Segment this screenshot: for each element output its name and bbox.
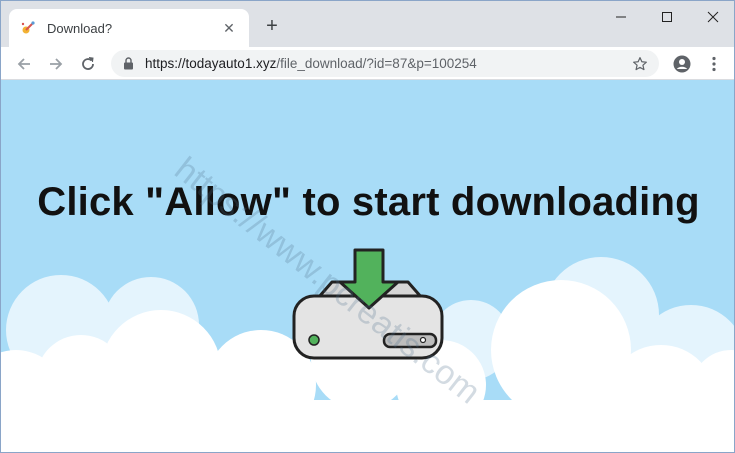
url-host: https://todayauto1.xyz [145, 56, 277, 71]
close-icon [707, 11, 719, 23]
tab-strip: Download? ✕ + [1, 1, 734, 47]
account-icon [673, 55, 691, 73]
kebab-menu-icon [712, 56, 716, 72]
close-window-button[interactable] [690, 1, 734, 33]
forward-button[interactable] [43, 51, 69, 77]
new-tab-button[interactable]: + [261, 15, 283, 37]
menu-button[interactable] [701, 51, 727, 77]
bookmark-star-icon[interactable] [631, 55, 649, 73]
tab-download[interactable]: Download? ✕ [9, 9, 249, 47]
minimize-button[interactable] [598, 1, 644, 33]
address-bar[interactable]: https://todayauto1.xyz/file_download/?id… [111, 50, 659, 77]
back-arrow-icon [17, 58, 30, 70]
lock-icon [121, 57, 135, 71]
maximize-icon [662, 12, 672, 22]
fireworks-icon [19, 19, 37, 37]
reload-button[interactable] [75, 51, 101, 77]
minimize-icon [616, 16, 626, 18]
back-button[interactable] [11, 51, 37, 77]
drive-led [308, 334, 320, 346]
profile-button[interactable] [669, 51, 695, 77]
url-path: /file_download/?id=87&p=100254 [276, 56, 477, 71]
browser-window: Download? ✕ + https://todayauto1.xyz/fil… [0, 0, 735, 453]
maximize-button[interactable] [644, 1, 690, 33]
page-headline: Click "Allow" to start downloading [37, 180, 700, 224]
url-text: https://todayauto1.xyz/file_download/?id… [145, 56, 631, 71]
tab-title: Download? [47, 20, 113, 36]
forward-arrow-icon [50, 58, 63, 70]
reload-icon [82, 57, 94, 70]
tab-close-icon[interactable]: ✕ [219, 18, 239, 38]
page-content: Click "Allow" to start downloading https… [1, 80, 734, 452]
browser-toolbar: https://todayauto1.xyz/file_download/?id… [1, 47, 734, 80]
